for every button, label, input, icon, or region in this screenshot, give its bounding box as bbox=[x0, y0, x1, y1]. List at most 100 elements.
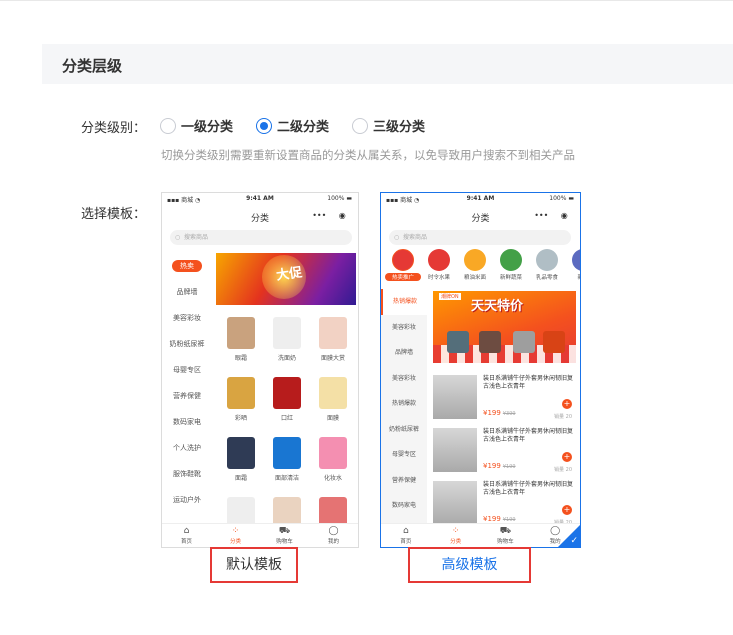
tab-1[interactable]: ⁘ 分类 bbox=[211, 524, 260, 547]
sidebar-item-label: 品牌墙 bbox=[176, 288, 198, 296]
banner-title: 天天特价 bbox=[471, 299, 524, 314]
grid-item-label: 彩晒 bbox=[234, 415, 247, 422]
sidebar-item[interactable]: 营养保健 bbox=[162, 383, 212, 409]
banner-product bbox=[513, 331, 535, 353]
tab-1[interactable]: ⁘ 分类 bbox=[431, 524, 481, 547]
product-price: ¥199 ¥199 bbox=[483, 462, 516, 470]
sidebar-item-label: 营养保健 bbox=[173, 392, 201, 400]
grid-item-label: 面膜大赏 bbox=[320, 355, 345, 362]
sidebar-item[interactable]: 品牌墙 bbox=[162, 279, 212, 305]
sidebar-item[interactable]: 美容彩妆 bbox=[162, 305, 212, 331]
tab-bar: ⌂ 首页 ⁘ 分类 ⛟ 购物车 ◯ 我的 bbox=[381, 523, 580, 547]
top-category-row: 热卖推广时令水果 粮油米面 新鲜蔬菜 乳品零食 新品 bbox=[385, 249, 580, 281]
grid-item-label: 口红 bbox=[280, 415, 293, 422]
top-category[interactable]: 乳品零食 bbox=[529, 249, 565, 281]
sidebar-item[interactable]: 母婴专区 bbox=[381, 442, 427, 468]
top-category[interactable]: 时令水果 bbox=[421, 249, 457, 281]
section-header: 分类层级 bbox=[42, 44, 733, 84]
top-category[interactable]: 粮油米面 bbox=[457, 249, 493, 281]
tab-label: 我的 bbox=[327, 539, 339, 545]
grid-item[interactable]: 洗面奶 bbox=[264, 317, 310, 369]
top-category[interactable]: 新鲜蔬菜 bbox=[493, 249, 529, 281]
product-title: 装日系满铺牛仔外套男休闲韧旧复古浅色上衣青年 bbox=[483, 481, 574, 496]
sidebar-item[interactable]: 热销爆款 bbox=[381, 391, 427, 417]
tab-icon: ⁘ bbox=[451, 526, 460, 536]
sidebar-item[interactable]: 数码家电 bbox=[162, 409, 212, 435]
tab-icon: ⛟ bbox=[499, 526, 512, 536]
sidebar-item[interactable]: 奶粉纸尿裤 bbox=[162, 331, 212, 357]
radio-label: 三级分类 bbox=[373, 120, 426, 135]
product-item[interactable]: 装日系满铺牛仔外套男休闲韧旧复古浅色上衣青年 ¥199¥199 + 销量 20 bbox=[433, 426, 576, 478]
radio-level-1[interactable]: 一级分类 bbox=[160, 116, 233, 135]
status-bar: ▪▪▪ 商城 ◔ 9:41 AM 100% ▬ bbox=[381, 193, 580, 205]
product-image bbox=[433, 428, 477, 472]
product-thumbnail bbox=[273, 317, 301, 349]
product-image bbox=[433, 375, 477, 419]
sidebar-item-label: 热卖 bbox=[172, 260, 202, 272]
category-image bbox=[572, 249, 580, 271]
tab-3[interactable]: ◯ 我的 bbox=[309, 524, 358, 547]
sidebar-item[interactable]: 热销爆款 bbox=[381, 289, 427, 315]
product-thumbnail bbox=[319, 377, 347, 409]
product-item[interactable]: 装日系满铺牛仔外套男休闲韧旧复古浅色上衣青年 ¥199 ¥399 + 销量 20 bbox=[433, 373, 576, 425]
sidebar-item[interactable]: 个人洗护 bbox=[162, 435, 212, 461]
grid-item-label: 面部清洁 bbox=[274, 475, 299, 482]
radio-level-3[interactable]: 三级分类 bbox=[352, 116, 425, 135]
promo-banner: 潮牌ON 天天特价 bbox=[433, 291, 576, 363]
category-label: 热卖推广 bbox=[385, 273, 421, 281]
tab-0[interactable]: ⌂ 首页 bbox=[381, 524, 431, 547]
sidebar-item[interactable]: 美容彩妆 bbox=[381, 315, 427, 341]
advanced-template-button[interactable]: 高级模板 bbox=[408, 547, 531, 583]
banner-text: 大促 bbox=[275, 265, 304, 284]
product-grid: 眼霜 洗面奶 面膜大赏彩晒 口红 面膜 面霜 面部清洁 化妆水 bbox=[218, 317, 356, 547]
top-category[interactable]: 热卖推广 bbox=[385, 249, 421, 281]
radio-circle[interactable] bbox=[352, 117, 368, 134]
product-title: 装日系满铺牛仔外套男休闲韧旧复古浅色上衣青年 bbox=[483, 375, 574, 390]
radio-level-2[interactable]: 二级分类 bbox=[256, 116, 329, 135]
sidebar-item[interactable]: 奶粉纸尿裤 bbox=[381, 417, 427, 443]
sidebar-item[interactable]: 服饰鞋靴 bbox=[162, 461, 212, 487]
sidebar-item[interactable]: 运动户外 bbox=[162, 487, 212, 513]
sidebar-item[interactable]: 品牌墙 bbox=[381, 340, 427, 366]
grid-item[interactable]: 面膜大赏 bbox=[310, 317, 356, 369]
product-thumbnail bbox=[227, 377, 255, 409]
top-category[interactable]: 新品 bbox=[565, 249, 580, 281]
add-to-cart-icon[interactable]: + bbox=[562, 505, 572, 515]
default-template-preview[interactable]: ▪▪▪ 商城 ◔ 9:41 AM 100% ▬ 分类 ••• ◉ 搜索商品 热卖… bbox=[161, 192, 359, 548]
sidebar-item[interactable]: 数码家电 bbox=[381, 493, 427, 519]
grid-item[interactable]: 彩晒 bbox=[218, 377, 264, 429]
sidebar-item[interactable]: 营养保健 bbox=[381, 468, 427, 494]
sidebar-item-label: 美容彩妆 bbox=[173, 314, 201, 322]
tab-2[interactable]: ⛟ 购物车 bbox=[481, 524, 531, 547]
tab-2[interactable]: ⛟ 购物车 bbox=[260, 524, 309, 547]
grid-item[interactable]: 面霜 bbox=[218, 437, 264, 489]
default-template-button[interactable]: 默认模板 bbox=[210, 547, 298, 583]
advanced-template-preview[interactable]: ▪▪▪ 商城 ◔ 9:41 AM 100% ▬ 分类 ••• ◉ 搜索商品 热卖… bbox=[380, 192, 581, 548]
product-list: 装日系满铺牛仔外套男休闲韧旧复古浅色上衣青年 ¥199 ¥399 + 销量 20 装日系满… bbox=[433, 373, 576, 532]
product-image bbox=[433, 481, 477, 525]
grid-item[interactable]: 面膜 bbox=[310, 377, 356, 429]
sidebar-item[interactable]: 热卖 bbox=[162, 253, 212, 279]
sidebar-item[interactable]: 母婴专区 bbox=[162, 357, 212, 383]
add-to-cart-icon[interactable]: + bbox=[562, 452, 572, 462]
product-sold: 销量 20 bbox=[554, 467, 572, 473]
grid-item[interactable]: 眼霜 bbox=[218, 317, 264, 369]
sidebar-item-label: 奶粉纸尿裤 bbox=[169, 340, 205, 348]
product-thumbnail bbox=[273, 437, 301, 469]
tab-0[interactable]: ⌂ 首页 bbox=[162, 524, 211, 547]
search-bar: 搜索商品 bbox=[170, 230, 352, 245]
add-to-cart-icon[interactable]: + bbox=[562, 399, 572, 409]
product-old-price: ¥199 bbox=[502, 464, 516, 470]
tab-label: 购物车 bbox=[497, 539, 514, 545]
category-image bbox=[392, 249, 414, 271]
search-bar: 搜索商品 bbox=[389, 230, 571, 245]
category-label: 时令水果 bbox=[427, 275, 450, 281]
product-thumbnail bbox=[227, 437, 255, 469]
status-bar: ▪▪▪ 商城 ◔ 9:41 AM 100% ▬ bbox=[162, 193, 358, 205]
radio-circle[interactable] bbox=[160, 117, 176, 134]
grid-item[interactable]: 化妆水 bbox=[310, 437, 356, 489]
sidebar-item[interactable]: 美容彩妆 bbox=[381, 366, 427, 392]
grid-item[interactable]: 面部清洁 bbox=[264, 437, 310, 489]
grid-item[interactable]: 口红 bbox=[264, 377, 310, 429]
radio-circle[interactable] bbox=[256, 117, 272, 134]
